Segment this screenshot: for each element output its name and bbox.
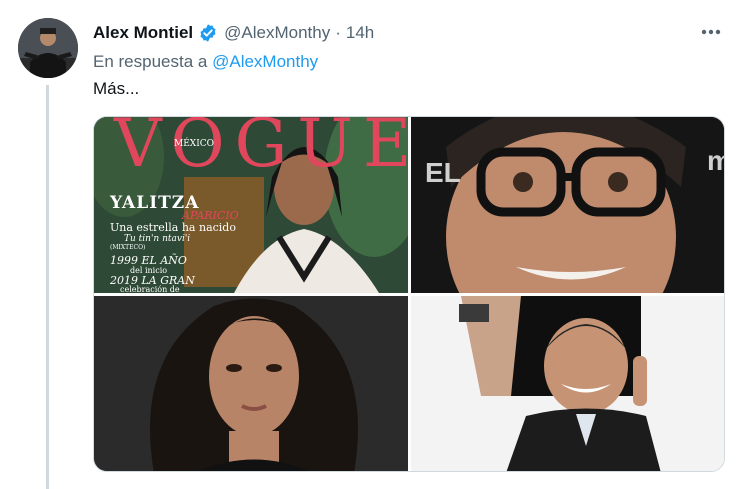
cover-line: Una estrella ha nacido <box>110 221 236 234</box>
thread-line <box>46 85 49 489</box>
reply-mention-link[interactable]: @AlexMonthy <box>212 52 318 71</box>
timestamp[interactable]: 14h <box>346 23 374 43</box>
media-photo-4[interactable] <box>411 296 724 471</box>
reply-prefix: En respuesta a <box>93 52 208 71</box>
media-photo-3[interactable] <box>94 296 408 471</box>
cover-edition: MÉXICO <box>174 139 215 149</box>
tweet-header: Alex Montiel @AlexMonthy · 14h <box>93 21 374 45</box>
background-text: EL <box>425 157 461 188</box>
more-options-icon[interactable] <box>698 22 724 42</box>
author-name[interactable]: Alex Montiel <box>93 23 193 43</box>
avatar[interactable] <box>18 18 78 78</box>
cover-line: celebración de <box>120 285 180 293</box>
reply-context: En respuesta a @AlexMonthy <box>93 52 318 72</box>
media-photo-1[interactable]: VOGUE MÉXICO YALITZA APARICIO Una estrel… <box>94 117 408 293</box>
author-handle[interactable]: @AlexMonthy <box>224 23 330 43</box>
cover-line: Tu tin'n ntavi'i <box>124 234 191 244</box>
verified-badge-icon <box>198 23 218 43</box>
tweet-text: Más... <box>93 79 140 98</box>
tweet[interactable]: Alex Montiel @AlexMonthy · 14h En respue… <box>0 0 746 489</box>
cover-magazine-title: VOGUE <box>114 117 408 182</box>
media-photo-2[interactable]: EL m <box>411 117 724 293</box>
separator-dot: · <box>335 23 341 42</box>
media-grid: VOGUE MÉXICO YALITZA APARICIO Una estrel… <box>93 116 725 472</box>
background-text: m <box>707 145 724 177</box>
cover-line: (MIXTECO) <box>110 244 146 251</box>
